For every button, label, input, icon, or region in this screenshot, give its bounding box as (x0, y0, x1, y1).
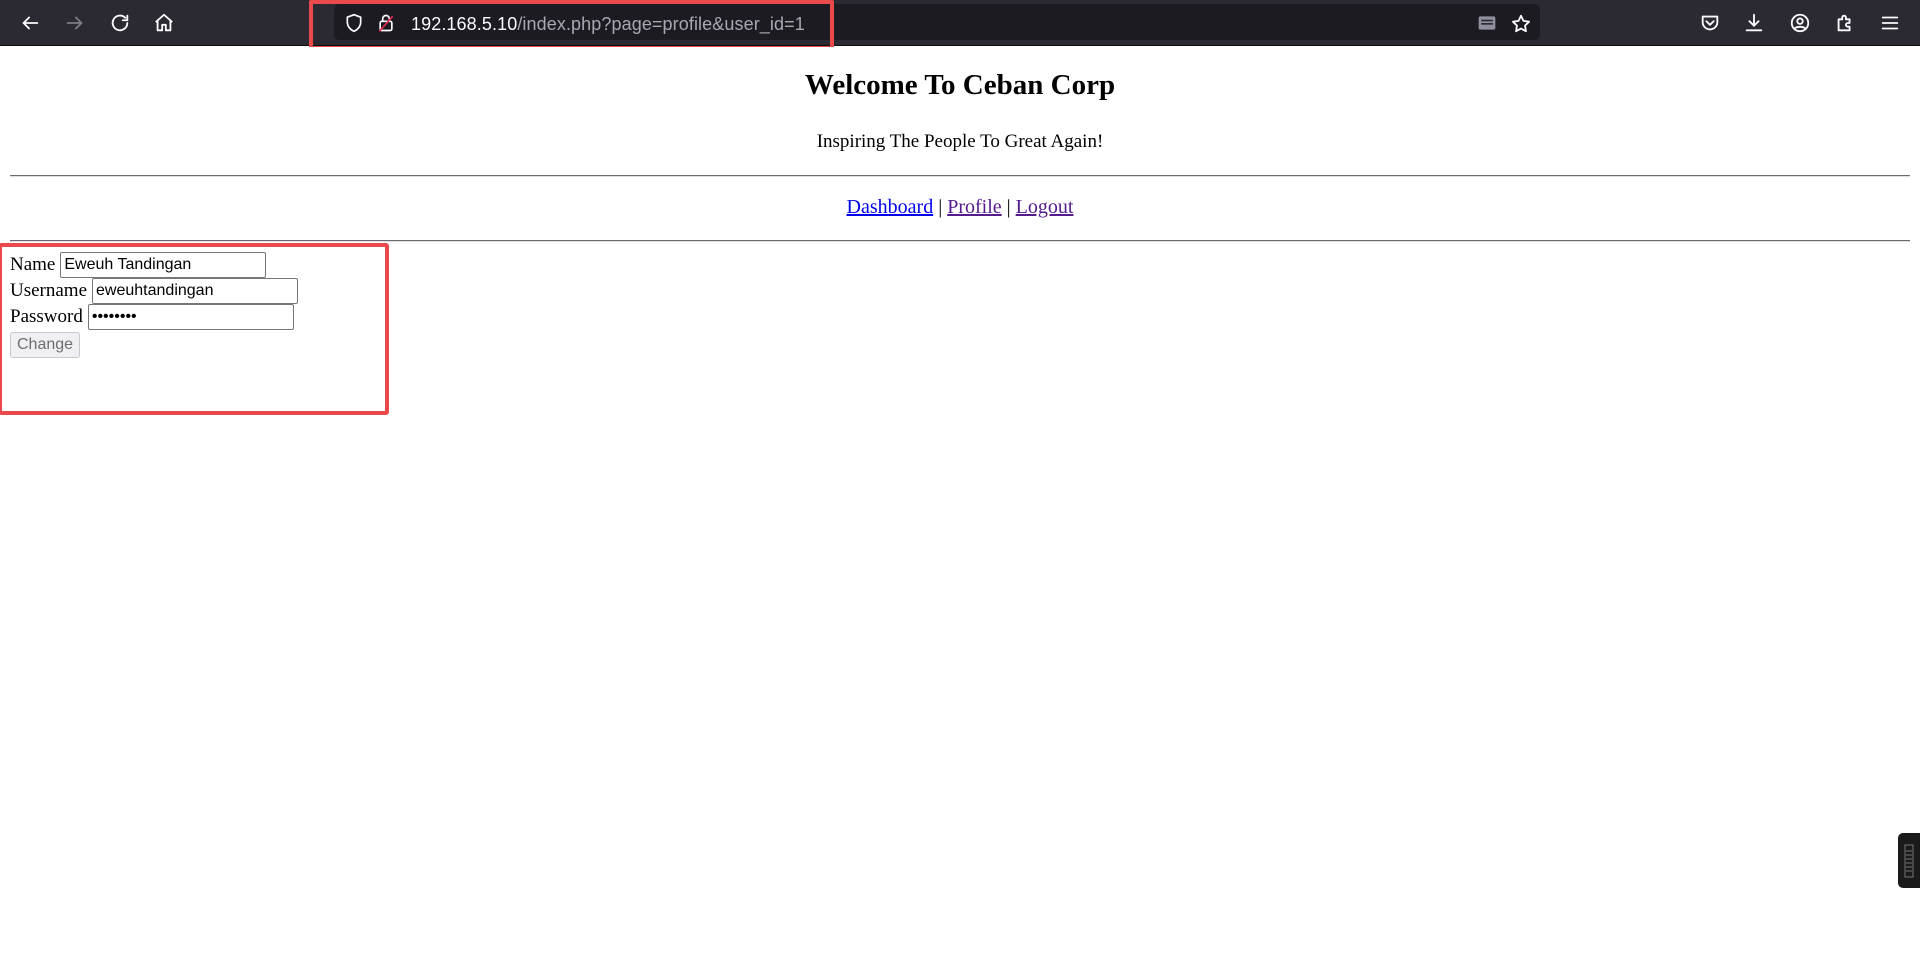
nav-links: Dashboard | Profile | Logout (0, 196, 1920, 219)
url-text[interactable]: 192.168.5.10/index.php?page=profile&user… (411, 14, 805, 35)
reader-mode-icon[interactable] (1476, 13, 1498, 33)
download-icon[interactable] (1740, 9, 1768, 37)
tracking-shield-icon[interactable] (344, 13, 364, 33)
home-icon[interactable] (150, 9, 178, 37)
url-host: 192.168.5.10 (411, 14, 518, 34)
bottom-divider (10, 240, 1910, 242)
top-divider (10, 175, 1910, 177)
page-title: Welcome To Ceban Corp (804, 69, 1116, 101)
reload-icon[interactable] (106, 9, 134, 37)
forward-arrow-icon[interactable] (61, 9, 89, 37)
url-bar[interactable]: 192.168.5.10/index.php?page=profile&user… (334, 4, 1540, 40)
insecure-lock-icon[interactable] (376, 13, 396, 33)
nav-link-profile[interactable]: Profile (947, 196, 1001, 218)
pocket-icon[interactable] (1696, 9, 1724, 37)
bookmark-star-icon[interactable] (1510, 13, 1532, 33)
nav-link-logout[interactable]: Logout (1016, 196, 1074, 218)
url-path: /index.php?page=profile&user_id=1 (517, 14, 805, 34)
back-arrow-icon[interactable] (16, 9, 44, 37)
password-label: Password (10, 306, 83, 327)
password-row: Password (10, 304, 294, 330)
name-label: Name (10, 254, 56, 275)
change-button[interactable]: Change (10, 332, 81, 358)
account-icon[interactable] (1786, 9, 1814, 37)
grip-icon (1904, 844, 1914, 877)
username-field[interactable] (92, 278, 299, 304)
side-panel-handle[interactable] (1898, 833, 1920, 888)
nav-separator: | (1006, 196, 1011, 218)
browser-toolbar: 192.168.5.10/index.php?page=profile&user… (0, 0, 1920, 50)
page-content: Welcome To Ceban Corp Inspiring The Peop… (0, 47, 1920, 971)
name-field[interactable] (60, 252, 267, 278)
nav-link-dashboard[interactable]: Dashboard (847, 196, 934, 218)
password-field[interactable] (87, 304, 294, 330)
username-row: Username (10, 278, 299, 304)
name-row: Name (10, 252, 267, 278)
nav-separator: | (938, 196, 943, 218)
menu-icon[interactable] (1876, 9, 1904, 37)
page-tagline: Inspiring The People To Great Again! (816, 131, 1104, 152)
username-label: Username (10, 280, 88, 301)
extensions-icon[interactable] (1831, 9, 1859, 37)
